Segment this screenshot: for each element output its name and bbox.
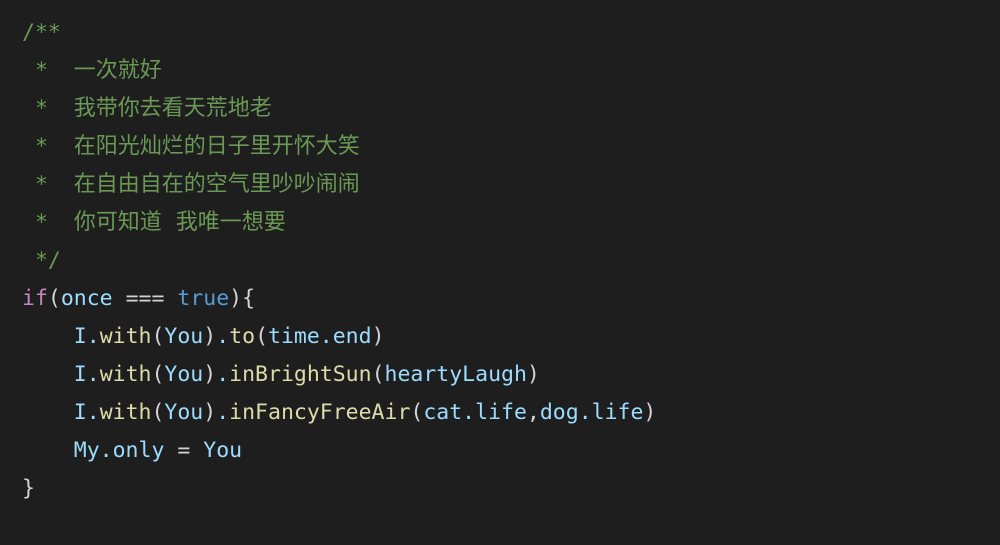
paren-open-token: ( xyxy=(410,400,424,425)
paren-open-token: ( xyxy=(255,324,269,349)
identifier-cat-life-token: cat.life xyxy=(423,400,527,425)
comment-star-token: * xyxy=(22,210,48,235)
identifier-you-token: You xyxy=(164,400,204,425)
paren-close-token: ) xyxy=(526,362,540,387)
dot-token: . xyxy=(86,362,100,387)
code-editor[interactable]: /** * 一次就好 * 我带你去看天荒地老 * 在阳光灿烂的日子里开怀大笑 *… xyxy=(0,0,1000,545)
operator-assign-token: = xyxy=(177,438,191,463)
comment-star-token: * xyxy=(22,96,48,121)
identifier-i-token: I xyxy=(73,400,87,425)
method-with-token: with xyxy=(99,362,152,387)
comment-star-token: * xyxy=(22,134,48,159)
method-to-token: to xyxy=(229,324,256,349)
comment-star-token: * xyxy=(22,58,48,83)
paren-close-token: ) xyxy=(203,324,217,349)
identifier-you-token: You xyxy=(164,362,204,387)
method-with-token: with xyxy=(99,400,152,425)
comment-open-token: /** xyxy=(22,20,61,45)
dot-token: . xyxy=(86,324,100,349)
identifier-dog-life-token: dog.life xyxy=(539,400,644,425)
method-with-token: with xyxy=(99,324,152,349)
comment-text-line-4: 在自由自在的空气里吵吵闹闹 xyxy=(73,172,360,197)
identifier-once-token: once xyxy=(60,286,113,311)
dot-token: . xyxy=(216,400,230,425)
code-line: /** xyxy=(22,14,1000,52)
code-line: * 在阳光灿烂的日子里开怀大笑 xyxy=(22,128,1000,166)
code-line: * 在自由自在的空气里吵吵闹闹 xyxy=(22,166,1000,204)
code-line: My.only = You xyxy=(22,432,1000,470)
paren-open-token: ( xyxy=(371,362,385,387)
code-line: } xyxy=(22,470,1000,508)
paren-close-token: ) xyxy=(643,400,657,425)
dot-token: . xyxy=(216,324,230,349)
code-line: * 我带你去看天荒地老 xyxy=(22,90,1000,128)
identifier-i-token: I xyxy=(73,362,87,387)
dot-token: . xyxy=(216,362,230,387)
code-line: I.with(You).inBrightSun(heartyLaugh) xyxy=(22,356,1000,394)
brace-open-token: { xyxy=(242,286,256,311)
identifier-time-end-token: time.end xyxy=(268,324,372,349)
code-line: */ xyxy=(22,242,1000,280)
comma-token: , xyxy=(526,400,540,425)
code-line: if(once === true){ xyxy=(22,280,1000,318)
identifier-you-token: You xyxy=(164,324,204,349)
boolean-true-token: true xyxy=(177,286,230,311)
dot-token: . xyxy=(86,400,100,425)
identifier-my-only-token: My.only xyxy=(73,438,165,463)
paren-open-token: ( xyxy=(47,286,61,311)
method-infancyfreeair-token: inFancyFreeAir xyxy=(229,400,411,425)
comment-star-token: * xyxy=(22,172,48,197)
paren-close-token: ) xyxy=(229,286,243,311)
paren-close-token: ) xyxy=(203,400,217,425)
method-inbrightsun-token: inBrightSun xyxy=(229,362,372,387)
code-line: * 你可知道 我唯一想要 xyxy=(22,204,1000,242)
comment-text-line-5: 你可知道 我唯一想要 xyxy=(73,210,286,235)
paren-close-token: ) xyxy=(203,362,217,387)
identifier-i-token: I xyxy=(73,324,87,349)
brace-close-token: } xyxy=(22,476,35,501)
paren-open-token: ( xyxy=(151,400,165,425)
comment-close-token: */ xyxy=(22,248,61,273)
comment-text-line-2: 我带你去看天荒地老 xyxy=(73,96,272,121)
paren-close-token: ) xyxy=(371,324,385,349)
comment-text-line-3: 在阳光灿烂的日子里开怀大笑 xyxy=(73,134,360,159)
operator-strict-equals-token: === xyxy=(125,286,165,311)
keyword-if-token: if xyxy=(22,286,48,311)
paren-open-token: ( xyxy=(151,362,165,387)
identifier-heartylaugh-token: heartyLaugh xyxy=(384,362,527,387)
code-line: * 一次就好 xyxy=(22,52,1000,90)
comment-text-line-1: 一次就好 xyxy=(73,58,162,83)
code-line: I.with(You).to(time.end) xyxy=(22,318,1000,356)
identifier-you-token: You xyxy=(203,438,243,463)
code-line: I.with(You).inFancyFreeAir(cat.life,dog.… xyxy=(22,394,1000,432)
paren-open-token: ( xyxy=(151,324,165,349)
